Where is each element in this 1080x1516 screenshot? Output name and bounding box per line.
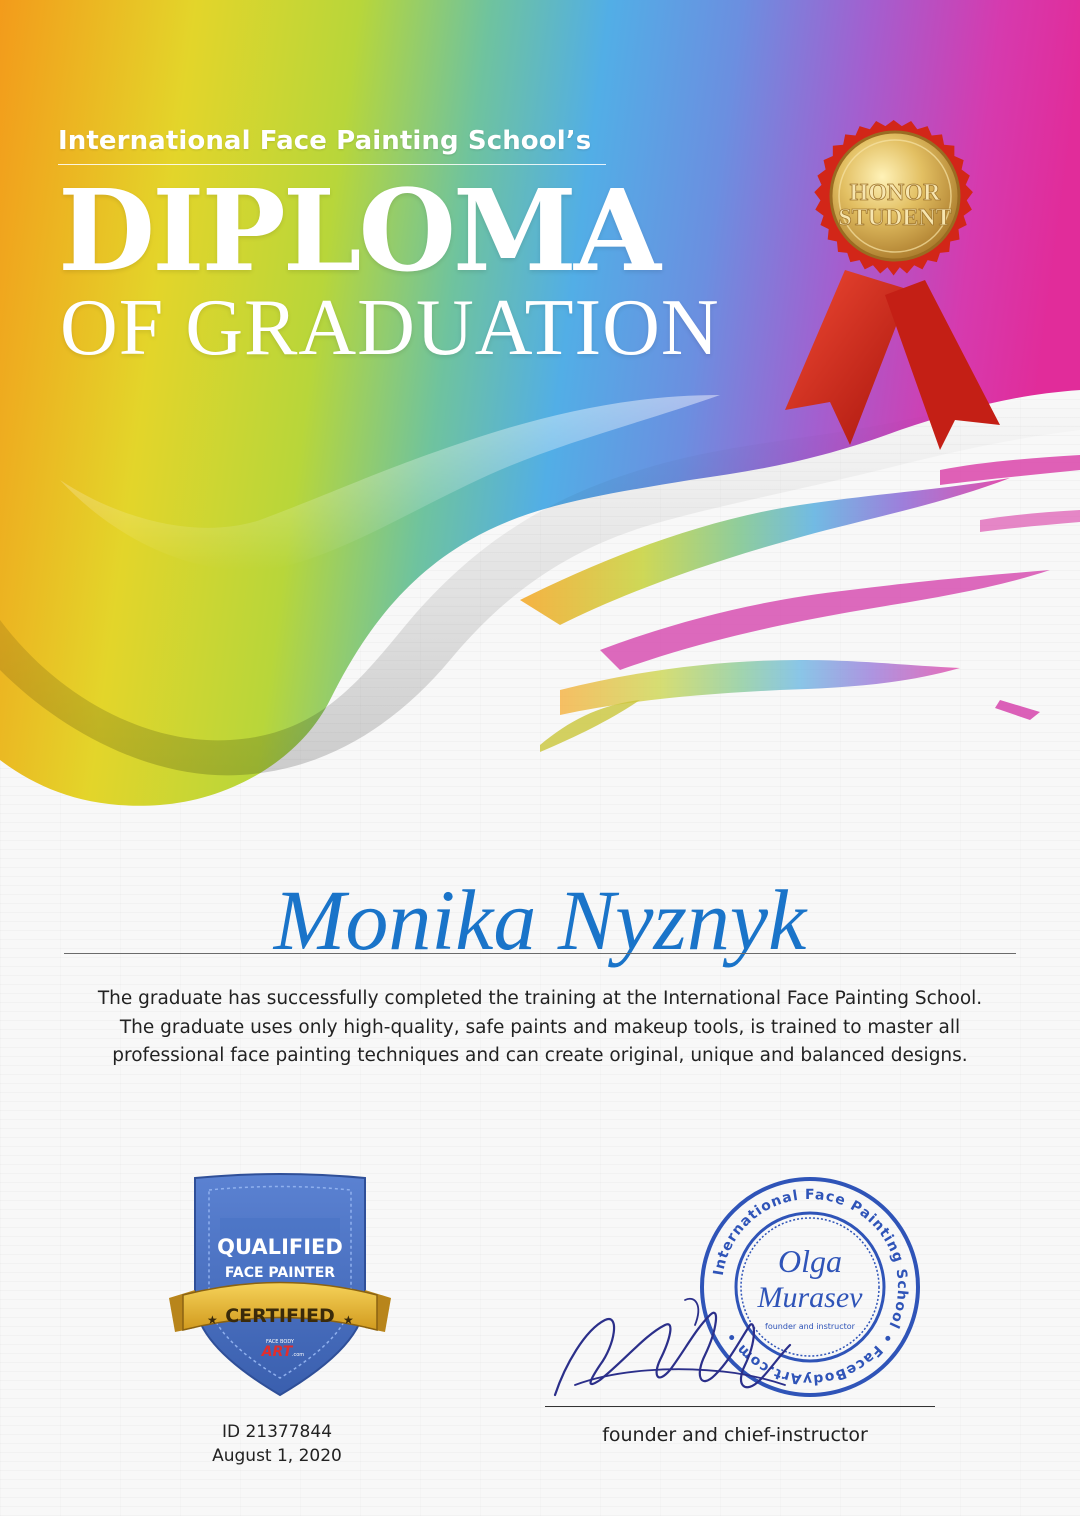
star-left-icon: ★ [207,1313,218,1327]
stamp-name-line1: Olga [778,1243,842,1279]
badge-face-painter-text: FACE PAINTER [225,1265,335,1281]
signature-line [545,1406,935,1407]
signature-caption: founder and chief-instructor [602,1424,868,1446]
badge-logo-suffix-text: .com [292,1352,304,1358]
description-line-3: professional face painting techniques an… [112,1045,968,1066]
honor-student-medal: HONOR STUDENT [785,120,1000,450]
certificate-id: ID 21377844 [221,1422,333,1442]
graduation-description: The graduate has successfully completed … [40,985,1040,1071]
medal-text-line1: HONOR [850,180,941,206]
description-line-2: The graduate uses only high-quality, saf… [119,1016,961,1038]
qualified-face-painter-badge: QUALIFIED FACE PAINTER CERTIFIED ★ ★ FAC… [169,1173,391,1397]
badge-certified-text: CERTIFIED [225,1305,335,1327]
certificate-date: August 1, 2020 [212,1446,342,1466]
school-title: International Face Painting School’s [58,126,606,165]
badge-logo-text: ART [261,1344,294,1360]
diploma-subtitle: OF GRADUATION [60,284,720,372]
name-underline [64,953,1016,954]
medal-text-line2: STUDENT [838,205,951,231]
badge-qualified-text: QUALIFIED [217,1235,343,1259]
diploma-title: DIPLOMA [58,166,661,297]
description-line-1: The graduate has successfully completed … [97,988,983,1009]
founder-signature [553,1297,792,1397]
star-right-icon: ★ [343,1313,354,1327]
certificate-info: ID 21377844 August 1, 2020 [177,1420,377,1468]
